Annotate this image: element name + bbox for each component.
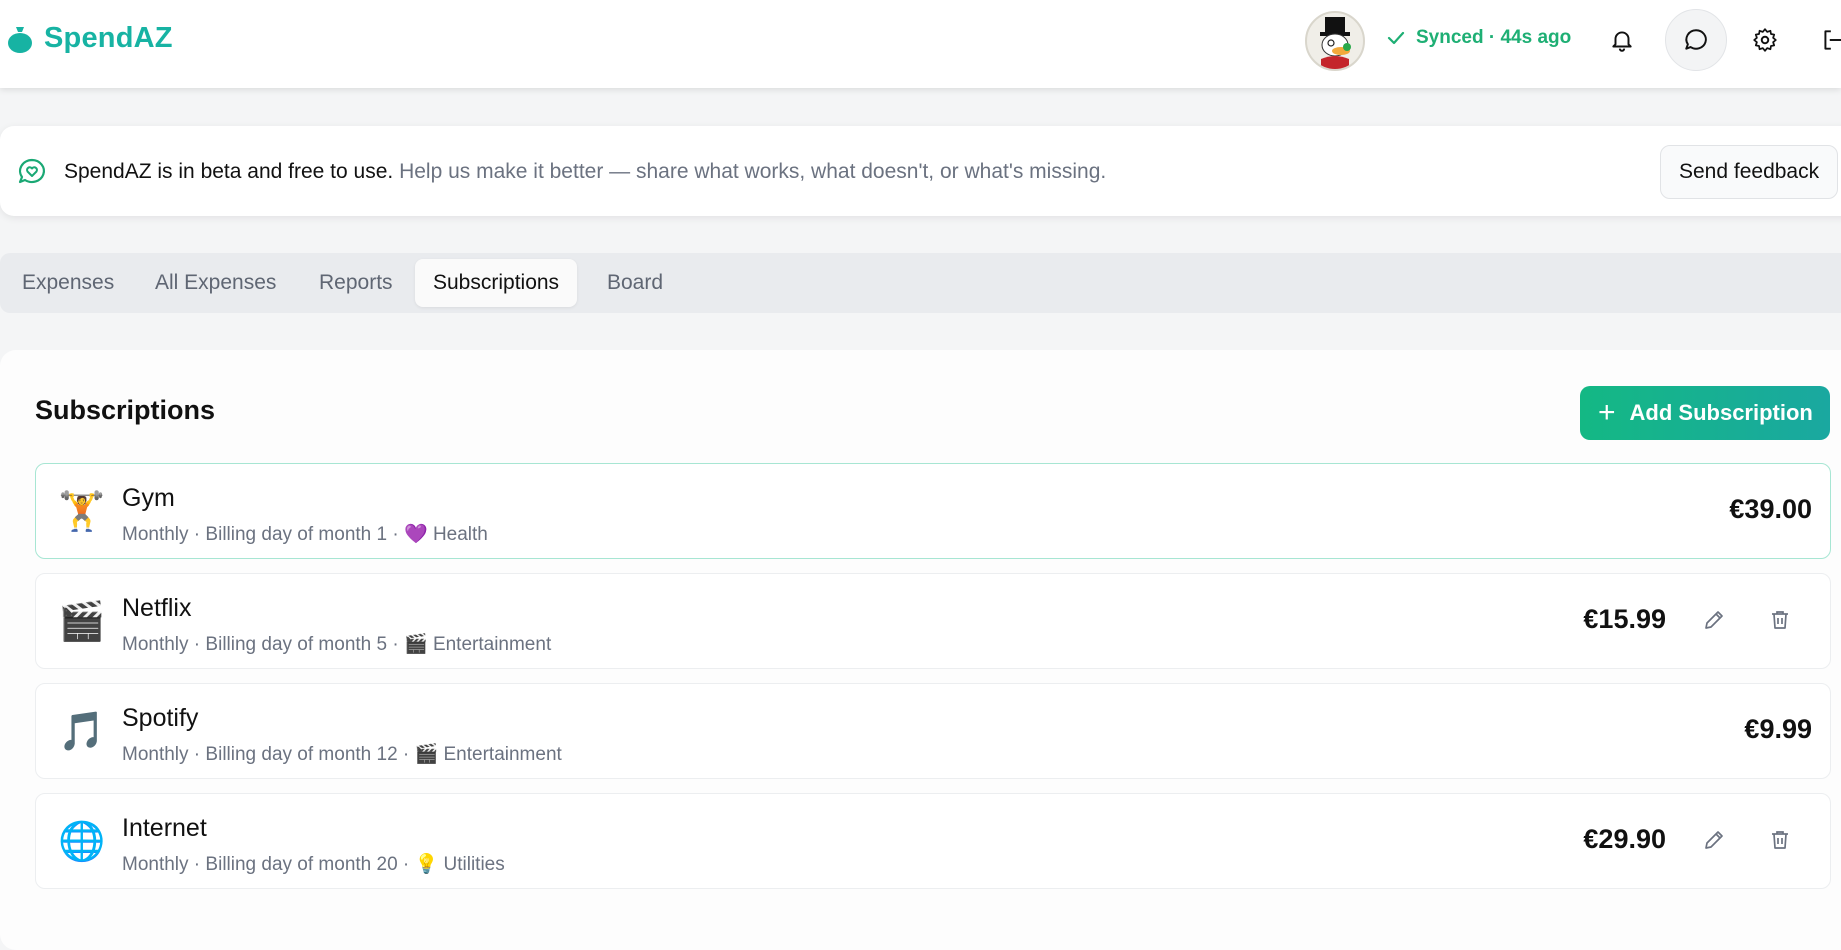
subscription-name: Netflix xyxy=(122,594,192,622)
category-icon: 🎬 xyxy=(414,744,439,765)
brand-name: SpendAZ xyxy=(44,22,173,54)
logout-button[interactable] xyxy=(1818,20,1841,60)
delete-subscription-button[interactable] xyxy=(1765,605,1795,635)
subscription-meta: Monthly · Billing day of month 20 · 💡 Ut… xyxy=(122,854,505,875)
subscription-frequency: Monthly xyxy=(122,524,189,545)
plus-icon: + xyxy=(1598,396,1616,429)
logout-icon xyxy=(1824,30,1841,50)
subscription-billing: Billing day of month 12 xyxy=(205,744,398,765)
settings-button[interactable] xyxy=(1745,20,1785,60)
add-subscription-button[interactable]: + Add Subscription xyxy=(1580,386,1830,440)
subscription-row[interactable]: 🎵 Spotify Monthly · Billing day of month… xyxy=(35,683,1831,779)
pencil-icon xyxy=(1705,831,1723,849)
edit-subscription-button[interactable] xyxy=(1699,605,1729,635)
subscription-name: Internet xyxy=(122,814,207,842)
subscription-name: Gym xyxy=(122,484,175,512)
tab-board[interactable]: Board xyxy=(589,259,681,307)
money-bag-icon xyxy=(8,26,32,53)
subscriptions-card: Subscriptions + Add Subscription 🏋️ Gym … xyxy=(0,350,1841,950)
tab-bar: Expenses All Expenses Reports Subscripti… xyxy=(0,253,1841,313)
banner-text: SpendAZ is in beta and free to use. Help… xyxy=(64,160,1106,184)
globe-icon: 🌐 xyxy=(58,821,106,863)
subscription-price: €29.90 xyxy=(1583,824,1666,854)
section-title: Subscriptions xyxy=(35,395,216,425)
subscription-category: Health xyxy=(432,524,488,545)
trash-icon xyxy=(1772,831,1788,849)
send-feedback-button[interactable]: Send feedback xyxy=(1660,145,1839,199)
clapper-board-icon: 🎬 xyxy=(58,601,106,643)
banner-strong-text: SpendAZ is in beta and free to use. xyxy=(64,160,394,183)
subscription-frequency: Monthly xyxy=(122,744,189,765)
subscription-billing: Billing day of month 5 xyxy=(205,634,388,655)
heart-chat-icon xyxy=(18,158,45,184)
bell-icon xyxy=(1612,31,1632,52)
category-icon: 🎬 xyxy=(403,634,428,655)
tab-subscriptions[interactable]: Subscriptions xyxy=(415,259,578,307)
subscription-name: Spotify xyxy=(122,704,199,732)
subscription-price: €39.00 xyxy=(1729,494,1812,524)
tab-all-expenses[interactable]: All Expenses xyxy=(137,259,294,307)
subscription-meta: Monthly · Billing day of month 12 · 🎬 En… xyxy=(122,744,562,765)
subscription-price: €9.99 xyxy=(1744,714,1812,744)
tab-expenses[interactable]: Expenses xyxy=(4,259,132,307)
notifications-button[interactable] xyxy=(1602,20,1642,60)
weightlifter-icon: 🏋️ xyxy=(58,491,106,533)
subscription-meta: Monthly · Billing day of month 5 · 🎬 Ent… xyxy=(122,634,552,655)
beta-banner: SpendAZ is in beta and free to use. Help… xyxy=(0,126,1841,216)
subscription-frequency: Monthly xyxy=(122,634,189,655)
brand[interactable]: SpendAZ xyxy=(6,22,173,55)
gear-icon xyxy=(1753,28,1777,52)
chat-icon xyxy=(1685,29,1707,50)
trash-icon xyxy=(1772,611,1788,629)
add-subscription-label: Add Subscription xyxy=(1629,400,1813,425)
sync-status: Synced · 44s ago xyxy=(1386,27,1571,49)
subscription-category: Utilities xyxy=(443,854,505,875)
subscription-category: Entertainment xyxy=(432,634,552,655)
subscription-frequency: Monthly xyxy=(122,854,189,875)
tab-reports[interactable]: Reports xyxy=(301,259,411,307)
subscription-row[interactable]: 🎬 Netflix Monthly · Billing day of month… xyxy=(35,573,1831,669)
banner-muted-text: Help us make it better — share what work… xyxy=(399,160,1107,183)
subscription-price: €15.99 xyxy=(1583,604,1666,634)
subscription-billing: Billing day of month 1 xyxy=(205,524,388,545)
avatar[interactable] xyxy=(1305,11,1365,71)
music-note-icon: 🎵 xyxy=(58,711,106,753)
subscription-category: Entertainment xyxy=(443,744,562,765)
category-icon: 💡 xyxy=(414,854,439,875)
subscription-meta: Monthly · Billing day of month 1 · 💜 Hea… xyxy=(122,524,488,545)
sync-status-text: Synced · 44s ago xyxy=(1416,27,1572,48)
subscription-row[interactable]: 🌐 Internet Monthly · Billing day of mont… xyxy=(35,793,1831,889)
avatar-image-icon xyxy=(1320,17,1351,69)
pencil-icon xyxy=(1705,611,1723,629)
category-icon: 💜 xyxy=(403,524,428,545)
feedback-chat-button[interactable] xyxy=(1665,9,1727,71)
check-icon xyxy=(1387,31,1405,45)
delete-subscription-button[interactable] xyxy=(1765,825,1795,855)
subscription-row[interactable]: 🏋️ Gym Monthly · Billing day of month 1 … xyxy=(35,463,1831,559)
top-bar: SpendAZ Synced · 44s ago xyxy=(0,0,1841,88)
edit-subscription-button[interactable] xyxy=(1699,825,1729,855)
subscription-billing: Billing day of month 20 xyxy=(205,854,398,875)
